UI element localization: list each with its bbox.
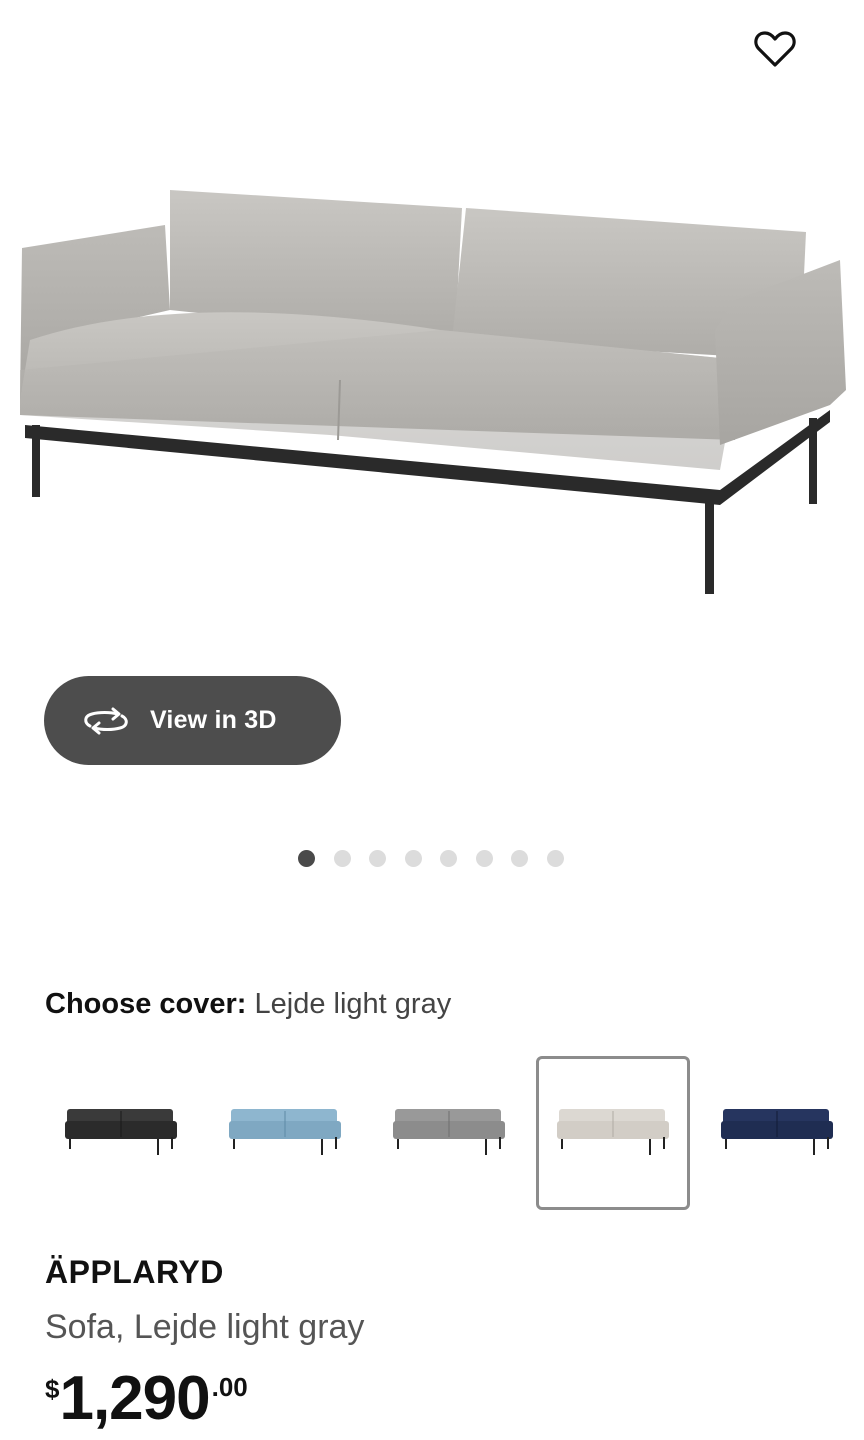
cover-swatch[interactable] [372,1056,526,1210]
cover-label: Choose cover: [45,988,247,1020]
cover-swatch-selected[interactable] [536,1056,690,1210]
price-currency: $ [45,1374,60,1404]
product-image-area[interactable]: View in 3D [0,0,864,830]
product-description: Sofa, Lejde light gray [45,1308,365,1346]
sofa-thumbnail [65,1109,177,1155]
carousel-dot[interactable] [440,849,457,867]
cover-swatch[interactable] [44,1056,198,1210]
cover-swatch[interactable] [700,1056,854,1210]
sofa-thumbnail [229,1109,341,1155]
sofa-image [20,190,846,594]
carousel-dot[interactable] [333,849,351,867]
product-name: ÄPPLARYD [45,1254,224,1290]
rotate-3d-icon [82,704,132,738]
carousel-dot[interactable] [511,849,528,867]
carousel-indicator [298,848,582,868]
view-in-3d-button[interactable]: View in 3D [44,676,341,765]
carousel-dot[interactable] [298,849,315,867]
price-decimal: .00 [211,1372,248,1402]
carousel-dot[interactable] [475,849,493,867]
price-integer: 1,290 [59,1364,210,1433]
carousel-dot[interactable] [404,849,422,867]
carousel-dot[interactable] [369,849,386,867]
sofa-thumbnail [721,1109,833,1155]
cover-swatch-list [44,1056,864,1210]
cover-selection: Choose cover: Lejde light gray [45,985,451,1023]
favorite-button[interactable] [748,22,802,76]
carousel-dot[interactable] [546,849,564,867]
heart-icon [754,31,796,67]
product-price: $ 1,290 .00 [45,1366,248,1436]
cover-value: Lejde light gray [254,988,452,1020]
sofa-thumbnail [393,1109,505,1155]
view-in-3d-label: View in 3D [150,706,277,734]
sofa-thumbnail [557,1109,669,1155]
cover-swatch[interactable] [208,1056,362,1210]
